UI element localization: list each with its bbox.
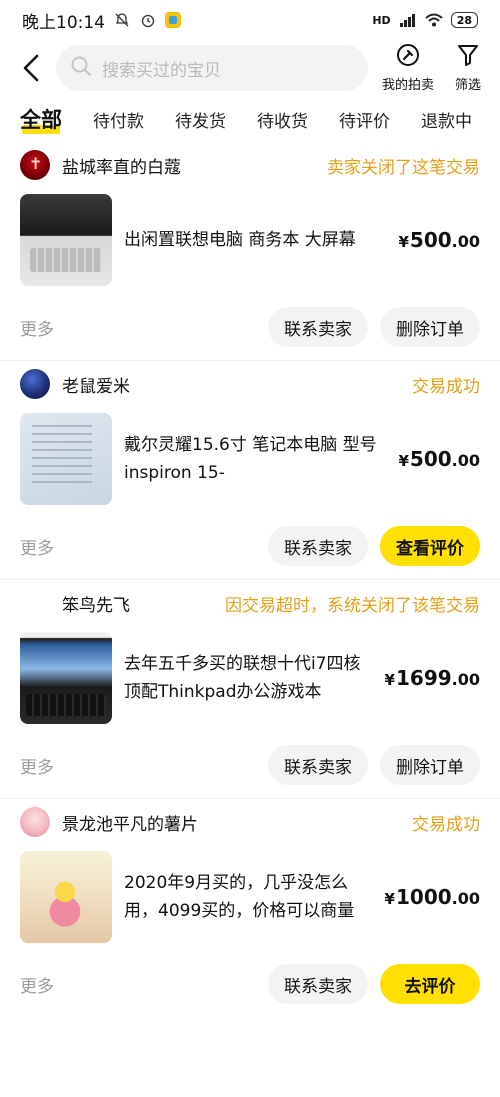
status-time: 晚上10:14 <box>22 12 105 33</box>
product-image[interactable] <box>20 632 112 724</box>
wifi-icon <box>425 11 443 29</box>
tab-all[interactable]: 全部 <box>20 104 62 134</box>
product-price: ¥1699.00 <box>384 666 480 690</box>
order-status: 因交易超时，系统关闭了该笔交易 <box>225 595 480 616</box>
signal-icon <box>399 11 417 29</box>
app-notification-icon <box>165 12 181 28</box>
avatar <box>20 588 50 618</box>
back-button[interactable] <box>16 48 46 88</box>
search-row: 搜索买过的宝贝 我的拍卖 筛选 <box>0 40 500 96</box>
product-price: ¥500.00 <box>398 447 480 471</box>
status-bar: 晚上10:14 HD 28 <box>0 0 500 40</box>
alarm-icon <box>139 11 157 29</box>
seller-name: 盐城率直的白蔻 <box>62 157 181 178</box>
tab-refunding[interactable]: 退款中 <box>421 107 472 132</box>
order-card[interactable]: 景龙池平凡的薯片 交易成功 2020年9月买的，几乎没怎么用，4099买的，价格… <box>0 799 500 1017</box>
contact-seller-button[interactable]: 联系卖家 <box>268 964 368 1004</box>
my-auction-label: 我的拍卖 <box>381 78 434 93</box>
more-link[interactable]: 更多 <box>20 753 54 778</box>
order-item[interactable]: 2020年9月买的，几乎没怎么用，4099买的，价格可以商量 ¥1000.00 <box>20 845 480 951</box>
contact-seller-button[interactable]: 联系卖家 <box>268 745 368 785</box>
order-tabs: 全部 待付款 待发货 待收货 待评价 退款中 <box>0 96 500 142</box>
avatar <box>20 150 50 180</box>
order-card[interactable]: 笨鸟先飞 因交易超时，系统关闭了该笔交易 去年五千多买的联想十代i7四核顶配Th… <box>0 580 500 799</box>
tab-pending-receipt[interactable]: 待收货 <box>257 107 308 132</box>
seller-name: 笨鸟先飞 <box>62 595 130 616</box>
seller-name: 老鼠爱米 <box>62 376 130 397</box>
product-title: 去年五千多买的联想十代i7四核顶配Thinkpad办公游戏本 <box>124 654 361 702</box>
order-status: 交易成功 <box>412 814 480 835</box>
signal-label: HD <box>372 13 391 27</box>
seller-name: 景龙池平凡的薯片 <box>62 814 198 835</box>
avatar <box>20 369 50 399</box>
contact-seller-button[interactable]: 联系卖家 <box>268 526 368 566</box>
product-image[interactable] <box>20 413 112 505</box>
order-item[interactable]: 去年五千多买的联想十代i7四核顶配Thinkpad办公游戏本 ¥1699.00 <box>20 626 480 732</box>
tab-pending-payment[interactable]: 待付款 <box>93 107 144 132</box>
product-price: ¥1000.00 <box>384 885 480 909</box>
product-title: 戴尔灵耀15.6寸 笔记本电脑 型号inspiron 15- <box>124 435 377 483</box>
order-status: 交易成功 <box>412 376 480 397</box>
filter-label: 筛选 <box>454 78 481 93</box>
filter-funnel-icon <box>457 43 479 71</box>
mute-bell-icon <box>113 11 131 29</box>
search-placeholder: 搜索买过的宝贝 <box>102 60 221 81</box>
more-link[interactable]: 更多 <box>20 972 54 997</box>
order-item[interactable]: 出闲置联想电脑 商务本 大屏幕 ¥500.00 <box>20 188 480 294</box>
write-review-button[interactable]: 去评价 <box>380 964 480 1004</box>
delete-order-button[interactable]: 删除订单 <box>380 745 480 785</box>
more-link[interactable]: 更多 <box>20 534 54 559</box>
filter-button[interactable]: 筛选 <box>448 43 488 93</box>
product-title: 2020年9月买的，几乎没怎么用，4099买的，价格可以商量 <box>124 873 355 921</box>
seller-info[interactable]: 老鼠爱米 <box>20 369 130 399</box>
back-arrow-icon <box>23 54 39 82</box>
product-price: ¥500.00 <box>398 228 480 252</box>
auction-hammer-icon <box>396 43 420 71</box>
battery-indicator: 28 <box>450 12 478 28</box>
tab-pending-shipment[interactable]: 待发货 <box>175 107 226 132</box>
seller-info[interactable]: 笨鸟先飞 <box>20 588 130 618</box>
product-image[interactable] <box>20 194 112 286</box>
avatar <box>20 807 50 837</box>
more-link[interactable]: 更多 <box>20 315 54 340</box>
delete-order-button[interactable]: 删除订单 <box>380 307 480 347</box>
product-title: 出闲置联想电脑 商务本 大屏幕 <box>124 230 356 250</box>
order-item[interactable]: 戴尔灵耀15.6寸 笔记本电脑 型号inspiron 15- ¥500.00 <box>20 407 480 513</box>
order-card[interactable]: 盐城率直的白蔻 卖家关闭了这笔交易 出闲置联想电脑 商务本 大屏幕 ¥500.0… <box>0 142 500 361</box>
tab-pending-review[interactable]: 待评价 <box>339 107 390 132</box>
my-auction-button[interactable]: 我的拍卖 <box>378 43 438 93</box>
product-image[interactable] <box>20 851 112 943</box>
order-status: 卖家关闭了这笔交易 <box>327 157 480 178</box>
search-input[interactable]: 搜索买过的宝贝 <box>56 45 368 91</box>
view-review-button[interactable]: 查看评价 <box>380 526 480 566</box>
contact-seller-button[interactable]: 联系卖家 <box>268 307 368 347</box>
seller-info[interactable]: 景龙池平凡的薯片 <box>20 807 198 837</box>
search-icon <box>70 55 92 82</box>
order-card[interactable]: 老鼠爱米 交易成功 戴尔灵耀15.6寸 笔记本电脑 型号inspiron 15-… <box>0 361 500 580</box>
seller-info[interactable]: 盐城率直的白蔻 <box>20 150 181 180</box>
